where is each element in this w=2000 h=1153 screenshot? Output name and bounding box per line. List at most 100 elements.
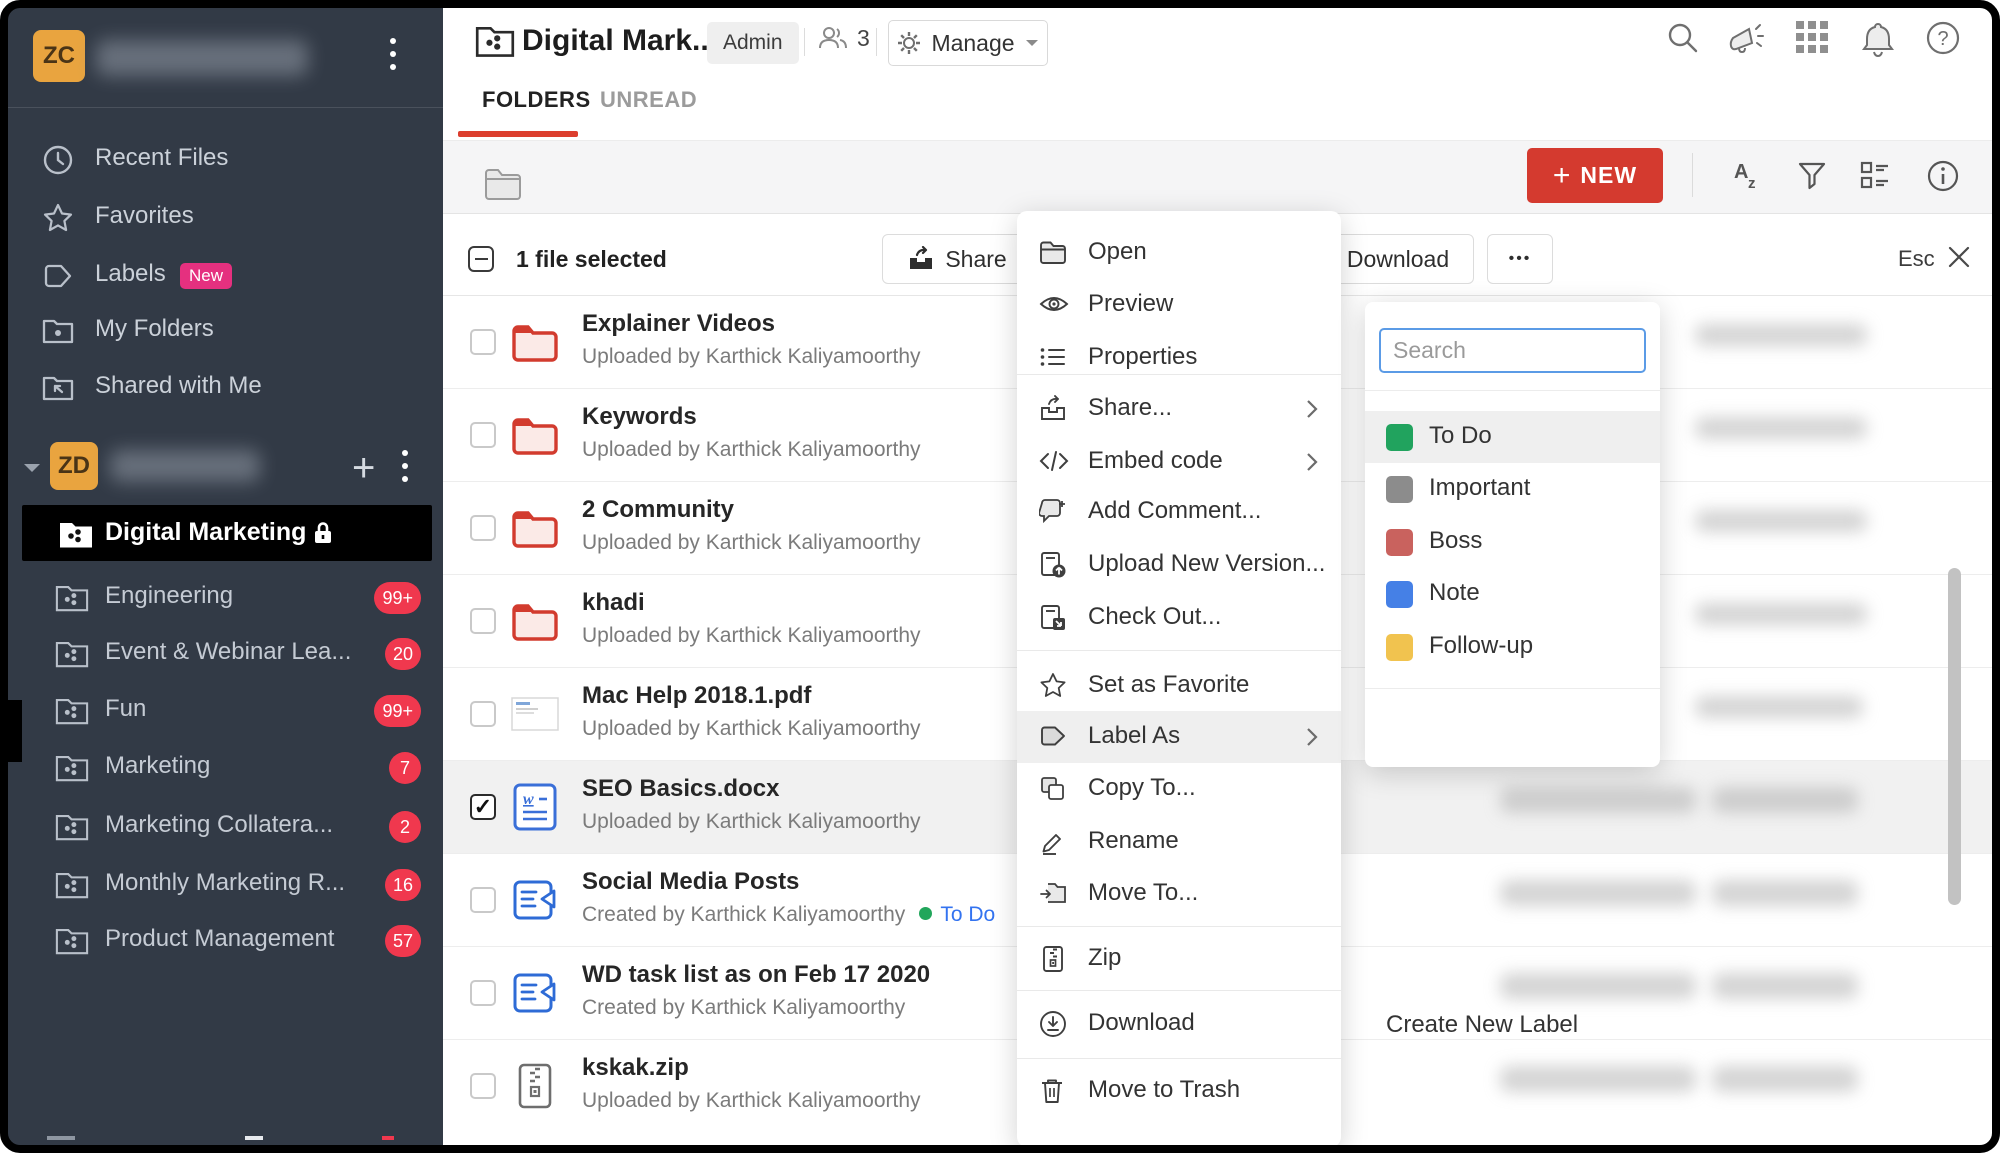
caret-down-icon [1024,38,1040,48]
menu-item-move-to[interactable]: Move To... [1017,868,1341,920]
info-icon[interactable] [1925,158,1959,192]
trash-icon [1039,1077,1067,1105]
sidebar-item-recent-files[interactable]: Recent Files [8,131,443,189]
label-search-input[interactable] [1379,328,1646,373]
unread-count-badge: 99+ [374,582,421,614]
row-checkbox-checked[interactable]: ✓ [470,794,496,820]
manage-button[interactable]: Manage [888,20,1048,66]
submenu-divider [1365,688,1660,689]
menu-item-download[interactable]: Download [1017,998,1341,1050]
sidebar-folder-label: Monthly Marketing R... [105,869,345,897]
menu-item-label-as[interactable]: Label As [1017,711,1341,763]
row-checkbox[interactable] [470,1073,496,1099]
label-option-to-do[interactable]: To Do [1365,411,1660,463]
file-name: SEO Basics.docx [582,775,779,803]
row-checkbox[interactable] [470,608,496,634]
row-checkbox[interactable] [470,701,496,727]
svg-text:?: ? [1937,28,1948,50]
menu-divider [1017,990,1341,991]
share-button[interactable]: Share [882,234,1032,284]
sidebar-item-shared-with-me[interactable]: Shared with Me [8,359,443,417]
menu-item-check-out[interactable]: Check Out... [1017,592,1341,644]
row-checkbox[interactable] [470,980,496,1006]
menu-item-add-comment[interactable]: Add Comment... [1017,486,1341,538]
sidebar-item-my-folders[interactable]: My Folders [8,302,443,360]
label-option-boss[interactable]: Boss [1365,516,1660,568]
new-button[interactable]: + NEW [1527,148,1663,203]
menu-divider [1017,374,1341,375]
menu-divider [1017,926,1341,927]
label-dot [919,907,932,920]
menu-item-set-as-favorite[interactable]: Set as Favorite [1017,660,1341,712]
close-icon[interactable] [1946,244,1972,270]
help-icon[interactable]: ? [1925,20,1961,56]
menu-item-rename[interactable]: Rename [1017,816,1341,868]
create-new-label-button[interactable]: Create New Label [1365,1000,1660,1052]
select-all-checkbox-indeterminate[interactable] [468,246,494,272]
sidebar-folder-digital-marketing[interactable]: Digital Marketing [22,505,432,561]
page-title: Digital Mark... [522,24,717,58]
filter-icon[interactable] [1795,158,1829,192]
label-color-swatch [1386,581,1413,608]
menu-item-upload-new-version[interactable]: Upload New Version... [1017,539,1341,591]
menu-item-share[interactable]: Share... [1017,383,1341,435]
label-link[interactable]: To Do [940,903,995,926]
vertical-scrollbar[interactable] [1948,568,1961,905]
role-badge: Admin [707,22,799,64]
file-name: khadi [582,589,645,617]
sidebar-folder-monthly-marketing[interactable]: Monthly Marketing R... 16 [8,856,443,914]
row-checkbox[interactable] [470,422,496,448]
sidebar-folder-marketing-collateral[interactable]: Marketing Collatera... 2 [8,798,443,856]
tab-folders[interactable]: FOLDERS [482,87,591,113]
unread-count-badge: 20 [385,638,421,670]
download-button[interactable]: Download [1322,234,1474,284]
menu-item-properties[interactable]: Properties [1017,332,1341,384]
file-meta: Uploaded by Karthick Kaliyamoorthy [582,531,921,555]
menu-item-zip[interactable]: Zip [1017,933,1341,985]
menu-item-embed-code[interactable]: Embed code [1017,436,1341,488]
menu-item-open[interactable]: Open [1017,227,1341,279]
row-checkbox[interactable] [470,329,496,355]
sidebar-item-labels[interactable]: Labels New [8,247,443,305]
more-actions-button[interactable]: ••• [1487,234,1553,284]
label-option-important[interactable]: Important [1365,463,1660,515]
team-avatar[interactable]: ZC [33,30,85,82]
view-layout-icon[interactable] [1858,158,1892,192]
apps-grid-icon[interactable] [1795,20,1831,56]
label-option-note[interactable]: Note [1365,568,1660,620]
team-kebab-menu-icon[interactable] [390,38,396,70]
sidebar-divider [8,107,443,108]
members-button[interactable]: 3 [817,24,870,52]
menu-item-copy-to[interactable]: Copy To... [1017,763,1341,815]
sidebar-folder-event-webinar[interactable]: Event & Webinar Lea... 20 [8,625,443,683]
check-out-icon [1039,604,1067,632]
row-checkbox[interactable] [470,887,496,913]
workspace-kebab-menu-icon[interactable] [402,450,408,482]
menu-item-preview[interactable]: Preview [1017,279,1341,331]
row-checkbox[interactable] [470,515,496,541]
team-folder-icon [55,638,89,668]
folder-icon [42,315,76,347]
notifications-bell-icon[interactable] [1860,20,1896,56]
sidebar-folder-engineering[interactable]: Engineering 99+ [8,569,443,627]
menu-divider [1017,1058,1341,1059]
sidebar-folder-marketing[interactable]: Marketing 7 [8,739,443,797]
chevron-down-icon[interactable] [20,460,44,476]
sidebar-folder-label: Marketing [105,752,210,780]
sidebar-folder-product-management[interactable]: Product Management 57 [8,912,443,970]
breadcrumb-folder-icon[interactable] [483,166,523,202]
workspace-avatar[interactable]: ZD [50,442,98,490]
folder-icon [511,318,559,366]
add-folder-plus-icon[interactable]: + [352,448,375,488]
team-folder-icon [55,752,89,782]
sidebar-folder-fun[interactable]: Fun 99+ [8,682,443,740]
search-icon[interactable] [1665,20,1701,56]
sort-az-icon[interactable]: Az [1730,158,1764,192]
members-count: 3 [857,25,870,52]
menu-item-move-to-trash[interactable]: Move to Trash [1017,1065,1341,1117]
label-option-follow-up[interactable]: Follow-up [1365,621,1660,673]
sidebar-item-favorites[interactable]: Favorites [8,189,443,247]
svg-text:w: w [523,791,534,808]
tab-unread[interactable]: UNREAD [600,87,697,113]
announcements-icon[interactable] [1727,20,1763,56]
